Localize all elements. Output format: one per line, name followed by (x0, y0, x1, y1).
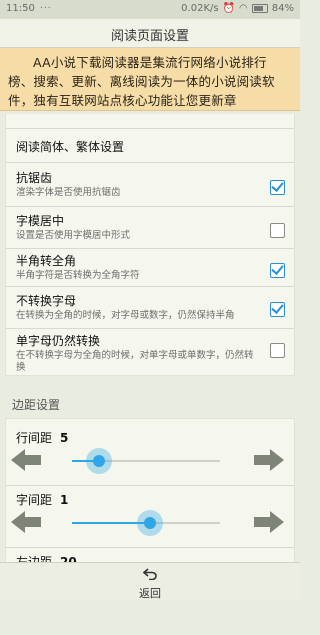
option-subtitle: 渲染字体是否使用抗锯齿 (16, 187, 121, 198)
notification-dots: ... (40, 1, 52, 11)
line-spacing-label: 行间距 5 (16, 431, 69, 445)
option-single-letter[interactable]: 单字母仍然转换 在不转换字母为全角的时候，对单字母或单数字，仍然转换 (6, 328, 294, 377)
battery-level: 84% (271, 3, 294, 14)
status-bar: 11:50 ... 0.02K/s ⏰ ◠ 84% (0, 0, 300, 19)
option-subtitle: 在转换为全角的时候，对字母或数字，仍然保持半角 (16, 310, 235, 321)
alarm-icon: ⏰ (222, 3, 236, 14)
settings-list[interactable]: 阅读简体、繁体设置 抗锯齿 渲染字体是否使用抗锯齿 字模居中 设置是否使用字模居… (0, 110, 300, 635)
reading-preview: AA小说下载阅读器是集流行网络小说排行榜、搜索、更新、离线阅读为一体的小说阅读软… (0, 48, 300, 111)
no-convert-letters-checkbox[interactable] (270, 302, 285, 317)
halfwidth-checkbox[interactable] (270, 263, 285, 278)
char-spacing-label: 字间距 1 (16, 493, 69, 507)
option-subtitle: 在不转换字母为全角的时候，对单字母或单数字，仍然转换 (16, 350, 254, 373)
margins-card: 行间距5 字间距1 左边距20 (5, 418, 295, 578)
line-spacing-value: 5 (60, 431, 69, 445)
wifi-icon: ◠ (239, 3, 248, 14)
option-antialias[interactable]: 抗锯齿 渲染字体是否使用抗锯齿 (6, 162, 294, 207)
option-subtitle: 设置是否使用字模居中形式 (16, 230, 131, 241)
antialias-checkbox[interactable] (270, 180, 285, 195)
option-title: 单字母仍然转换 (16, 334, 101, 348)
back-button[interactable]: 返回 (0, 565, 300, 601)
line-spacing-thumb[interactable] (86, 448, 112, 474)
option-subtitle: 半角字符是否转换为全角字符 (16, 270, 140, 281)
option-halfwidth[interactable]: 半角转全角 半角字符是否转换为全角字符 (6, 248, 294, 287)
char-spacing-value: 1 (60, 493, 69, 507)
option-title: 半角转全角 (16, 254, 77, 268)
divider (6, 547, 294, 548)
status-right: 0.02K/s ⏰ ◠ 84% (181, 3, 294, 14)
char-spacing-increase-icon[interactable] (254, 511, 284, 533)
char-spacing-thumb[interactable] (137, 510, 163, 536)
page-title: 阅读页面设置 (110, 29, 189, 44)
options-card: 阅读简体、繁体设置 抗锯齿 渲染字体是否使用抗锯齿 字模居中 设置是否使用字模居… (5, 114, 295, 376)
option-no-convert-letters[interactable]: 不转换字母 在转换为全角的时候，对字母或数字，仍然保持半角 (6, 286, 294, 329)
option-title: 阅读简体、繁体设置 (16, 140, 125, 154)
network-speed: 0.02K/s (181, 3, 219, 14)
char-spacing-decrease-icon[interactable] (11, 511, 41, 533)
line-spacing-decrease-icon[interactable] (11, 449, 41, 471)
status-time: 11:50 (6, 3, 35, 14)
line-spacing-slider[interactable] (72, 448, 220, 474)
option-title: 字模居中 (16, 214, 65, 228)
option-simplified-traditional[interactable]: 阅读简体、繁体设置 (6, 128, 294, 163)
back-arrow-icon (142, 568, 157, 581)
single-letter-checkbox[interactable] (270, 343, 285, 358)
char-spacing-slider[interactable] (72, 510, 220, 536)
preview-text: AA小说下载阅读器是集流行网络小说排行榜、搜索、更新、离线阅读为一体的小说阅读软… (8, 55, 275, 108)
line-spacing-increase-icon[interactable] (254, 449, 284, 471)
option-title: 抗锯齿 (16, 171, 53, 185)
center-checkbox[interactable] (270, 223, 285, 238)
back-label: 返回 (139, 587, 161, 600)
margins-section-title: 边距设置 (12, 398, 61, 412)
bottom-bar: 返回 (0, 562, 300, 601)
option-title: 不转换字母 (16, 294, 77, 308)
option-center[interactable]: 字模居中 设置是否使用字模居中形式 (6, 206, 294, 249)
battery-icon (251, 4, 268, 13)
title-bar: 阅读页面设置 (0, 19, 300, 48)
divider (6, 485, 294, 486)
